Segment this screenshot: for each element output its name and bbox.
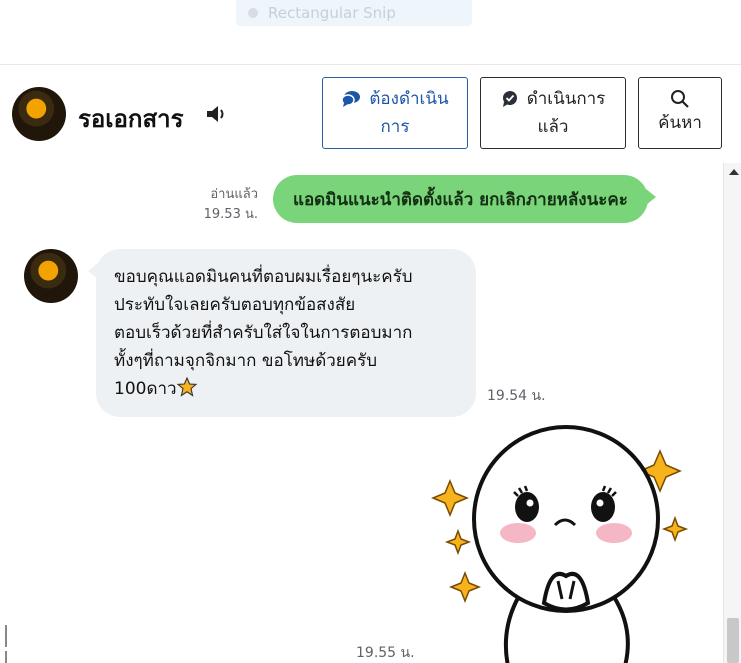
search-button-label: ค้นหา bbox=[658, 113, 702, 133]
todo-button-line1: ต้องดำเนิน bbox=[369, 89, 449, 109]
incoming-message[interactable]: ขอบคุณแอดมินคนที่ตอบผมเรื่อยๆนะครับ ประท… bbox=[88, 249, 476, 417]
todo-button-line2: การ bbox=[380, 117, 410, 137]
done-button[interactable]: ดำเนินการ แล้ว bbox=[480, 77, 626, 149]
chat-header: รอเอกสาร ต้องดำเนิน การ ดำเนินการ แล้ว ค… bbox=[0, 64, 741, 164]
snip-toolbar[interactable]: Rectangular Snip bbox=[236, 0, 472, 26]
done-chat-icon bbox=[502, 91, 517, 107]
snip-mode-icon bbox=[248, 8, 258, 18]
sticker-message[interactable] bbox=[430, 421, 690, 663]
sender-avatar[interactable] bbox=[24, 249, 78, 303]
todo-chat-icon bbox=[341, 91, 361, 107]
star-emoji-icon bbox=[176, 377, 197, 397]
chat-avatar[interactable] bbox=[12, 87, 66, 141]
done-button-line2: แล้ว bbox=[537, 117, 569, 137]
message-meta: อ่านแล้ว 19.53 น. bbox=[204, 185, 258, 225]
speaker-icon[interactable] bbox=[205, 103, 229, 125]
read-receipt: อ่านแล้ว bbox=[210, 187, 258, 202]
done-button-line1: ดำเนินการ bbox=[526, 89, 606, 109]
message-time: 19.54 น. bbox=[487, 388, 546, 404]
chat-history[interactable]: อ่านแล้ว 19.53 น. แอดมินแนะนำติดตั้งแล้ว… bbox=[0, 163, 723, 663]
search-button[interactable]: ค้นหา bbox=[638, 77, 722, 149]
resize-handle[interactable] bbox=[5, 625, 13, 663]
message-time: 19.55 น. bbox=[356, 645, 415, 661]
search-icon bbox=[671, 90, 689, 108]
chat-scrollbar[interactable] bbox=[723, 163, 741, 663]
scroll-thumb[interactable] bbox=[727, 618, 739, 663]
todo-button[interactable]: ต้องดำเนิน การ bbox=[322, 77, 468, 149]
outgoing-message[interactable]: แอดมินแนะนำติดตั้งแล้ว ยกเลิกภายหลังนะคะ bbox=[273, 175, 656, 223]
incoming-message-text: ขอบคุณแอดมินคนที่ตอบผมเรื่อยๆนะครับ ประท… bbox=[114, 267, 413, 399]
snip-mode-label: Rectangular Snip bbox=[268, 4, 396, 22]
scroll-up-arrow[interactable] bbox=[729, 169, 739, 175]
chat-title: รอเอกสาร bbox=[78, 105, 184, 133]
message-time: 19.53 น. bbox=[203, 207, 258, 222]
